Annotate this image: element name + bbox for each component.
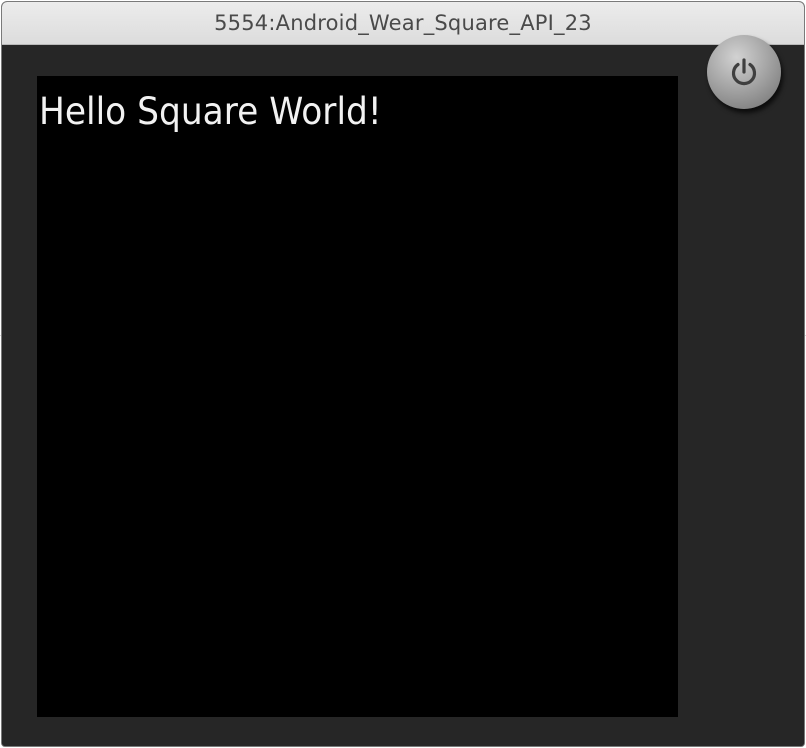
watch-screen[interactable]: Hello Square World!	[37, 76, 678, 717]
emulator-window: 5554:Android_Wear_Square_API_23 Hello Sq…	[1, 1, 805, 747]
hello-text: Hello Square World!	[39, 90, 382, 133]
emulator-frame: Hello Square World!	[2, 45, 804, 746]
power-button[interactable]	[707, 35, 781, 109]
window-title: 5554:Android_Wear_Square_API_23	[214, 11, 592, 35]
power-icon	[731, 58, 757, 86]
title-bar[interactable]: 5554:Android_Wear_Square_API_23	[2, 2, 804, 45]
